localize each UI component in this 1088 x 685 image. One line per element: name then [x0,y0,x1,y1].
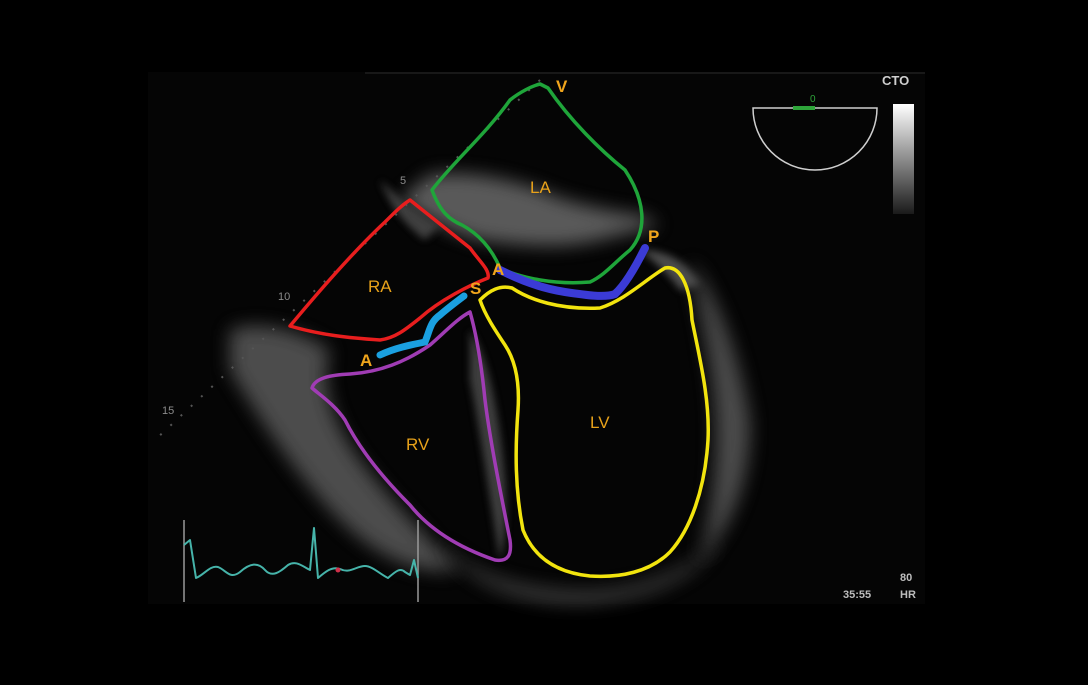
marker-s: S [470,279,481,298]
marker-a-upper: A [492,260,504,279]
depth-marker-10: 10 [278,291,290,303]
marker-a-lower: A [360,351,372,370]
depth-marker-15: 15 [162,405,174,417]
label-la: LA [530,178,551,197]
label-lv: LV [590,413,610,432]
hr-value: 80 [900,572,912,584]
hr-unit: HR [900,589,916,601]
echo-image: 5 10 15 LA RA RV LV V P A S A 0 CTO 80 3… [148,72,925,604]
ecg-cursor [335,567,341,573]
brand-text: CTO [882,73,909,88]
probe-angle: 0 [810,94,816,105]
grayscale-bar [893,104,914,214]
depth-marker-5: 5 [400,175,406,187]
label-rv: RV [406,435,430,454]
time-readout: 35:55 [843,589,871,601]
marker-p: P [648,227,659,246]
label-ra: RA [368,277,392,296]
marker-v: V [556,77,568,96]
